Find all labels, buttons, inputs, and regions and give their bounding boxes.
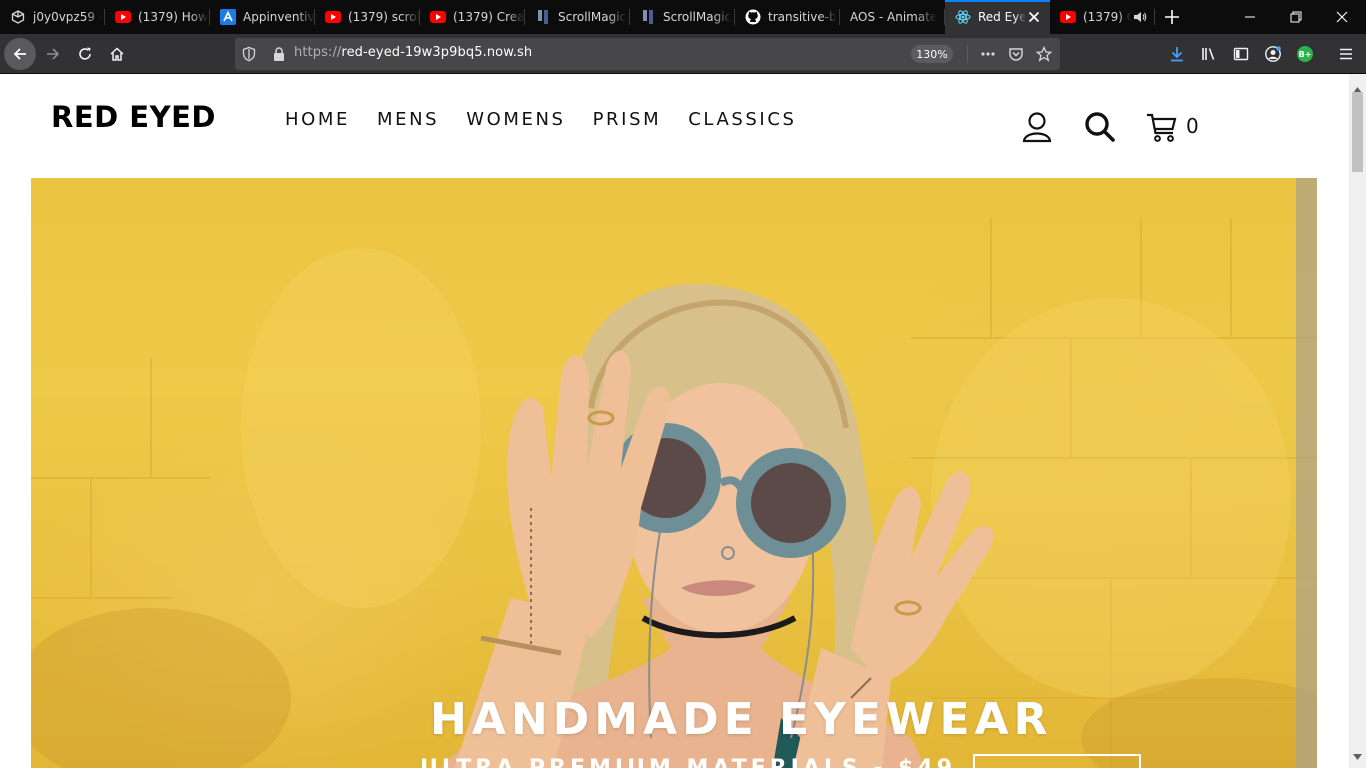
restore-icon <box>1290 11 1302 23</box>
web-page: RED EYED HOME MENS WOMENS PRISM CLASSICS… <box>0 74 1349 768</box>
tracking-shield-icon[interactable] <box>241 46 257 62</box>
sidebar-button[interactable] <box>1225 38 1257 70</box>
close-tab-icon[interactable] <box>1026 9 1042 25</box>
tab-title: (1379) How <box>138 10 208 24</box>
extension-badge-icon: B+ <box>1297 46 1313 62</box>
cart-count: 0 <box>1186 114 1199 138</box>
library-button[interactable] <box>1193 38 1225 70</box>
tab-strip: j0y0vpz59 - (1379) How Appinventiv (1379… <box>0 0 1366 34</box>
url-text[interactable]: https://red-eyed-19w3p9bq5.now.sh <box>294 45 532 60</box>
plus-icon <box>1165 10 1179 24</box>
hero-banner: HANDMADE EYEWEAR ULTRA PREMIUM MATERIALS… <box>31 178 1317 768</box>
youtube-icon <box>1060 9 1076 25</box>
scrollmagic-icon <box>535 9 551 25</box>
browser-tab[interactable]: AOS - Animate <box>840 0 945 34</box>
download-icon <box>1171 47 1183 62</box>
nav-link-home[interactable]: HOME <box>285 109 350 130</box>
tab-title: Red Eyed <box>978 10 1026 24</box>
lock-icon[interactable] <box>271 46 287 62</box>
nav-link-classics[interactable]: CLASSICS <box>688 109 796 130</box>
back-button[interactable] <box>4 38 36 70</box>
browser-tab[interactable]: transitive-b <box>735 0 840 34</box>
home-icon <box>110 47 124 61</box>
new-tab-button[interactable] <box>1155 0 1189 34</box>
url-divider <box>967 45 968 63</box>
tab-title: (1379) Creat <box>453 10 525 24</box>
nav-link-prism[interactable]: PRISM <box>593 109 662 130</box>
tab-title: transitive-b <box>768 10 837 24</box>
browser-tab-active[interactable]: Red Eyed <box>945 0 1050 34</box>
tab-title: AOS - Animate <box>850 10 938 24</box>
browser-tab[interactable]: j0y0vpz59 - <box>0 0 105 34</box>
reload-icon <box>79 47 91 60</box>
pocket-icon[interactable] <box>1008 46 1024 62</box>
reload-button[interactable] <box>69 38 101 70</box>
url-host: red-eyed-19w3p9bq5.now.sh <box>341 45 533 60</box>
minimize-icon <box>1245 16 1255 18</box>
browser-tab[interactable]: ScrollMagic <box>525 0 630 34</box>
youtube-icon <box>325 9 341 25</box>
forward-button[interactable] <box>37 38 69 70</box>
arrow-right-icon <box>47 48 60 60</box>
tab-title: ScrollMagic <box>558 10 627 24</box>
close-icon <box>1336 11 1348 23</box>
browser-tab[interactable]: Appinventiv <box>210 0 315 34</box>
hamburger-menu-icon <box>1340 48 1352 60</box>
tab-title: ScrollMagic <box>663 10 732 24</box>
nav-link-mens[interactable]: MENS <box>377 109 439 130</box>
scroll-down-arrow-icon[interactable] <box>1353 745 1362 764</box>
tab-title: Appinventiv <box>243 10 315 24</box>
site-logo[interactable]: RED EYED <box>51 100 216 134</box>
library-icon <box>1202 48 1215 60</box>
extension-button[interactable]: B+ <box>1289 38 1321 70</box>
scrollmagic-icon <box>640 9 656 25</box>
close-window-button[interactable] <box>1319 0 1365 34</box>
url-bar[interactable]: https://red-eyed-19w3p9bq5.now.sh 130% <box>235 38 1060 70</box>
browser-tab[interactable]: (1379) How <box>105 0 210 34</box>
cart-icon[interactable] <box>1146 113 1178 147</box>
shop-now-button[interactable]: SHOP NOW <box>973 754 1141 768</box>
browser-tab[interactable]: (1379) scroll <box>315 0 420 34</box>
scrollbar-thumb[interactable] <box>1352 92 1363 172</box>
restore-button[interactable] <box>1273 0 1319 34</box>
arrow-left-icon <box>13 48 26 60</box>
bookmark-star-icon[interactable] <box>1035 45 1053 62</box>
hero-photo <box>31 178 1317 768</box>
github-icon <box>745 9 761 25</box>
nav-link-womens[interactable]: WOMENS <box>466 109 565 130</box>
account-button[interactable] <box>1257 38 1289 70</box>
tab-title: (1379) Q <box>1083 10 1131 24</box>
browser-tab[interactable]: (1379) Q <box>1050 0 1155 34</box>
hero-subtitle: ULTRA PREMIUM MATERIALS - $49 <box>420 756 956 768</box>
browser-tab[interactable]: ScrollMagic <box>630 0 735 34</box>
page-scrollbar[interactable] <box>1349 74 1366 768</box>
youtube-icon <box>430 9 446 25</box>
nav-toolbar: https://red-eyed-19w3p9bq5.now.sh 130% B… <box>0 34 1366 74</box>
user-icon[interactable] <box>1022 111 1052 147</box>
url-scheme: https:// <box>294 45 342 60</box>
react-icon <box>955 9 971 25</box>
sidebar-icon <box>1233 47 1249 61</box>
home-button[interactable] <box>101 38 133 70</box>
speaker-icon[interactable] <box>1133 10 1147 24</box>
zoom-indicator[interactable]: 130% <box>911 45 953 63</box>
hero-title: HANDMADE EYEWEAR <box>430 694 1053 745</box>
youtube-icon <box>115 9 131 25</box>
downloads-button[interactable] <box>1161 38 1193 70</box>
account-icon <box>1265 46 1281 62</box>
minimize-button[interactable] <box>1227 0 1273 34</box>
menu-button[interactable] <box>1330 38 1362 70</box>
tab-title: j0y0vpz59 - <box>33 10 104 24</box>
appinventiv-icon <box>220 9 236 25</box>
main-nav: HOME MENS WOMENS PRISM CLASSICS <box>285 109 797 130</box>
tab-title: (1379) scroll <box>348 10 420 24</box>
cube-icon <box>10 9 26 25</box>
search-icon[interactable] <box>1084 111 1116 147</box>
page-actions-icon[interactable] <box>980 46 996 62</box>
browser-tab[interactable]: (1379) Creat <box>420 0 525 34</box>
